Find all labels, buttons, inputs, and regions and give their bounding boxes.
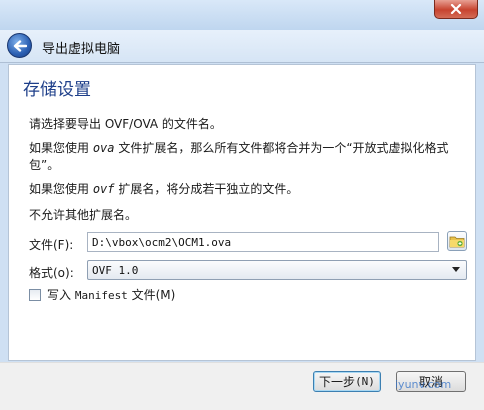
wizard-content: 存储设置 请选择要导出 OVF/OVA 的文件名。 如果您使用 ova 文件扩展… (8, 64, 476, 361)
folder-icon (449, 236, 465, 248)
window-titlebar (0, 0, 484, 30)
manifest-checkbox[interactable] (29, 288, 41, 301)
arrow-left-icon (13, 39, 27, 52)
format-selected-value: OVF 1.0 (92, 264, 139, 277)
intro-text: 请选择要导出 OVF/OVA 的文件名。 (29, 117, 222, 131)
window-title: 导出虚拟电脑 (42, 42, 121, 57)
wizard-header: 导出虚拟电脑 (0, 30, 484, 63)
close-icon (450, 4, 462, 14)
next-button[interactable]: 下一步 (N) (313, 371, 381, 392)
format-select[interactable]: OVF 1.0 (87, 260, 467, 280)
file-path-input[interactable]: D:\vbox\ocm2\OCM1.ova (87, 232, 439, 252)
browse-folder-button[interactable] (447, 231, 467, 251)
file-label: 文件(F): (29, 238, 74, 252)
dropdown-arrow-icon (452, 267, 460, 272)
manifest-label: 写入 Manifest 文件(M) (47, 288, 176, 302)
window-close-button[interactable] (434, 0, 478, 19)
ova-info-text: 如果您使用 ova 文件扩展名，那么所有文件都将合并为一个“开放式虚拟化格式 包… (29, 141, 449, 172)
page-title: 存储设置 (23, 80, 91, 100)
ovf-info-text: 如果您使用 ovf 扩展名，将分成若干独立的文件。 (29, 182, 299, 196)
manifest-option[interactable]: 写入 Manifest 文件(M) (29, 286, 175, 303)
extension-note: 不允许其他扩展名。 (29, 208, 138, 222)
back-button[interactable] (7, 33, 32, 58)
format-label: 格式(o): (29, 266, 74, 280)
watermark-text: iyunv.com (395, 378, 452, 391)
